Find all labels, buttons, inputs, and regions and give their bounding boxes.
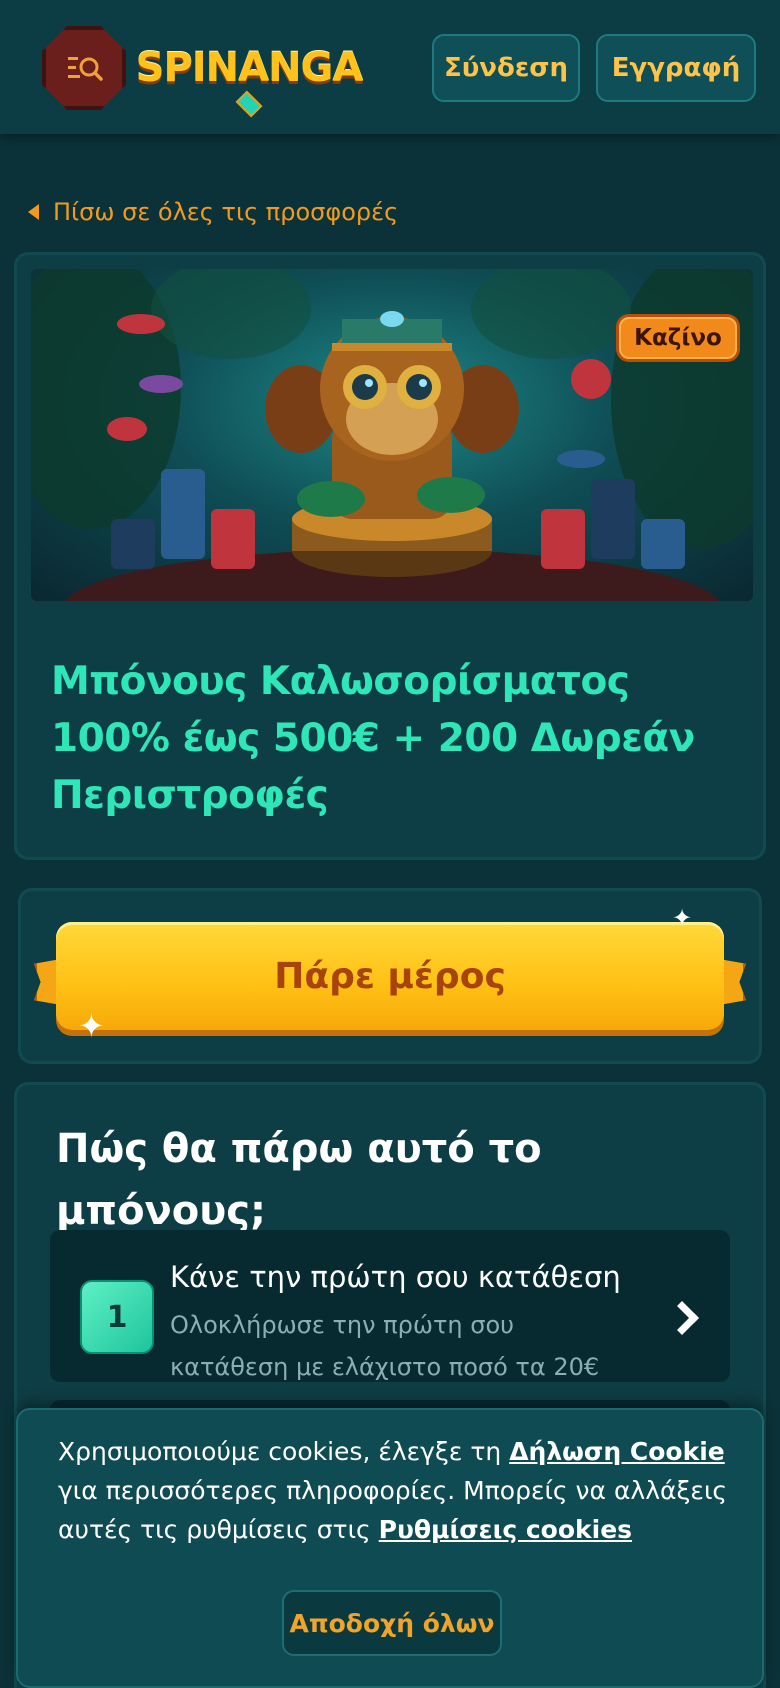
top-header: SPINANGA Σύνδεση Εγγραφή [0, 0, 780, 134]
accept-all-cookies-button[interactable]: Αποδοχή όλων [282, 1590, 502, 1656]
step-number-badge: 1 [80, 1280, 154, 1354]
login-button[interactable]: Σύνδεση [432, 34, 580, 102]
logo-text: SPINANGA [135, 45, 364, 91]
category-badge: Καζίνο [619, 317, 737, 359]
promo-card: Καζίνο Μπόνους Καλωσορίσματος 100% έως 5… [14, 252, 766, 860]
cookie-banner: Χρησιμοποιούμε cookies, έλεγξε τη Δήλωση… [16, 1408, 764, 1688]
how-to-title: Πώς θα πάρω αυτό το μπόνους; [56, 1126, 542, 1234]
chevron-right-icon [665, 1301, 699, 1335]
sparkle-icon: ✦ [672, 904, 693, 932]
chevron-left-icon [28, 204, 39, 220]
participate-button[interactable]: Πάρε μέρος [56, 922, 724, 1030]
menu-button[interactable] [42, 26, 126, 110]
step-heading: Κάνε την πρώτη σου κατάθεση [170, 1260, 621, 1294]
back-to-offers-link[interactable]: Πίσω σε όλες τις προσφορές [28, 192, 398, 232]
step-item[interactable]: 1 Κάνε την πρώτη σου κατάθεση Ολοκλήρωσε… [50, 1230, 730, 1382]
cookie-text-part: Χρησιμοποιούμε cookies, έλεγξε τη [58, 1437, 510, 1466]
cookie-settings-link[interactable]: Ρυθμίσεις cookies [379, 1515, 632, 1544]
cookie-statement-link[interactable]: Δήλωση Cookie [509, 1437, 725, 1466]
sparkle-icon: ✦ [78, 1007, 105, 1045]
step-description: Ολοκλήρωσε την πρώτη σου κατάθεση με ελά… [170, 1311, 600, 1381]
register-button[interactable]: Εγγραφή [596, 34, 756, 102]
cookie-text: Χρησιμοποιούμε cookies, έλεγξε τη Δήλωση… [58, 1432, 734, 1549]
spinanga-logo[interactable]: SPINANGA [136, 20, 363, 118]
logo-gem-icon [235, 90, 263, 118]
promo-hero-image: Καζίνο [31, 269, 753, 601]
search-list-icon [68, 57, 103, 81]
back-link-label: Πίσω σε όλες τις προσφορές [53, 198, 399, 226]
promo-title: Μπόνους Καλωσορίσματος 100% έως 500€ + 2… [51, 659, 695, 818]
